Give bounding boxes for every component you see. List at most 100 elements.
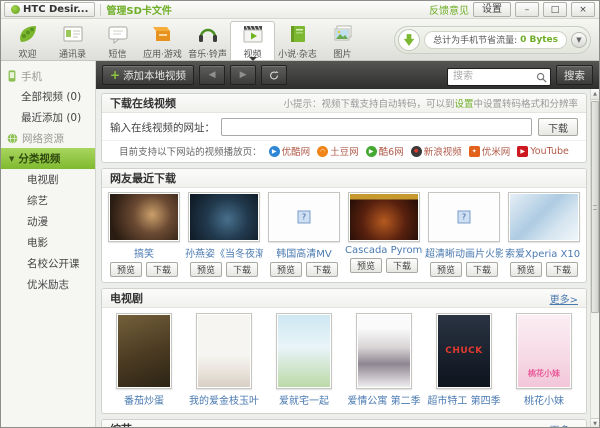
tv-title-link[interactable]: 桃花小妹 <box>524 392 564 407</box>
video-thumbnail[interactable] <box>348 192 420 242</box>
download-button[interactable]: 下载 <box>226 262 259 277</box>
nav-video[interactable]: 视频 <box>230 21 275 61</box>
tv-poster[interactable]: CHUCK <box>436 313 492 389</box>
download-arrow-icon[interactable] <box>398 28 421 51</box>
download-button[interactable]: 下载 <box>466 262 499 277</box>
tv-title-link[interactable]: 超市特工 第四季 <box>427 392 500 407</box>
sidebar-item-recent-added[interactable]: 最近添加 (0) <box>1 107 95 128</box>
sidebar-item-tv-series[interactable]: 电视剧 <box>1 169 95 190</box>
broken-image-icon: ? <box>457 210 471 224</box>
video-title-link[interactable]: 超清晰动画片火影忍者 <box>425 245 503 260</box>
site-link-ku6[interactable]: ▶ 酷6网 <box>365 144 404 158</box>
preview-button[interactable]: 预览 <box>109 262 142 277</box>
video-title-link[interactable]: 韩国高清MV <box>276 245 331 260</box>
settings-button[interactable]: 设置 <box>473 2 511 17</box>
umiwi-icon: ✦ <box>468 145 480 157</box>
video-title-link[interactable]: 索爱Xperia X10 宣传 <box>505 245 583 260</box>
preview-button[interactable]: 预览 <box>429 262 462 277</box>
nav-label: 短信 <box>108 49 127 60</box>
site-link-youtube[interactable]: ▶ YouTube <box>517 145 569 157</box>
nav-music[interactable]: 音乐·铃声 <box>185 21 230 60</box>
sidebar-item-variety[interactable]: 综艺 <box>1 190 95 211</box>
search-icon <box>536 68 547 87</box>
preview-button[interactable]: 预览 <box>269 262 302 277</box>
site-link-tudou[interactable]: ◠ 土豆网 <box>317 144 359 158</box>
sidebar-item-open-courses[interactable]: 名校公开课 <box>1 253 95 274</box>
tv-poster[interactable] <box>276 313 332 389</box>
url-download-button[interactable]: 下载 <box>538 118 578 136</box>
site-link-youku[interactable]: ▶ 优酷网 <box>268 144 310 158</box>
sidebar-item-category-videos[interactable]: ▼ 分类视频 <box>1 148 95 169</box>
tv-poster[interactable]: 桃花小妹 <box>516 313 572 389</box>
video-title-link[interactable]: 搞笑 <box>134 245 154 260</box>
preview-button[interactable]: 预览 <box>349 258 382 273</box>
sidebar-item-all-videos[interactable]: 全部视频 (0) <box>1 86 95 107</box>
sd-file-tab[interactable]: 管理SD卡文件 <box>106 2 172 17</box>
download-online-video-card: 下载在线视频 小提示：视频下载支持自动转码，可以到设置中设置转码格式和分辨率 输… <box>101 93 587 163</box>
more-link[interactable]: 更多> <box>550 422 578 428</box>
tv-title-link[interactable]: 爱就宅一起 <box>279 392 329 407</box>
tv-title-link[interactable]: 番茄炒蛋 <box>124 392 164 407</box>
nav-sms[interactable]: 短信 <box>95 21 140 60</box>
tv-title-link[interactable]: 爱情公寓 第二季 <box>347 392 420 407</box>
download-button[interactable]: 下载 <box>386 258 419 273</box>
tip-text: 小提示：视频下载支持自动转码，可以到设置中设置转码格式和分辨率 <box>283 99 578 110</box>
download-button[interactable]: 下载 <box>146 262 179 277</box>
add-local-video-button[interactable]: + 添加本地视频 <box>102 65 195 85</box>
back-button[interactable]: ◀ <box>199 65 226 85</box>
forward-button[interactable]: ▶ <box>230 65 257 85</box>
video-title-link[interactable]: 孙燕姿《当冬夜渐暖》 <box>185 245 263 260</box>
nav-books[interactable]: 小说·杂志 <box>275 21 320 60</box>
device-tab-label: HTC Desir... <box>23 4 89 15</box>
scroll-down-arrow[interactable]: ▼ <box>591 418 599 427</box>
video-item: 搞笑 预览 下载 <box>104 192 184 277</box>
sidebar-item-movies[interactable]: 电影 <box>1 232 95 253</box>
tv-poster[interactable] <box>196 313 252 389</box>
phone-icon <box>8 70 16 82</box>
video-toolbar: + 添加本地视频 ◀ ▶ 搜索 <box>96 61 599 89</box>
site-link-umiwi[interactable]: ✦ 优米网 <box>468 144 510 158</box>
video-url-input[interactable] <box>221 118 532 136</box>
nav-photos[interactable]: 图片 <box>320 21 365 60</box>
site-link-sina[interactable]: ● 新浪视频 <box>410 144 462 158</box>
minimize-button[interactable]: – <box>515 2 539 17</box>
search-button[interactable]: 搜索 <box>556 65 593 85</box>
maximize-button[interactable]: □ <box>543 2 567 17</box>
download-button[interactable]: 下载 <box>546 262 579 277</box>
settings-link[interactable]: 设置 <box>454 99 473 110</box>
nav-apps-games[interactable]: 应用·游戏 <box>140 21 185 60</box>
tv-poster[interactable] <box>356 313 412 389</box>
video-thumbnail[interactable] <box>108 192 180 242</box>
scroll-up-arrow[interactable]: ▲ <box>591 89 599 100</box>
sina-icon: ● <box>410 145 422 157</box>
device-tab[interactable]: HTC Desir... <box>4 2 96 17</box>
preview-button[interactable]: 预览 <box>509 262 542 277</box>
more-link[interactable]: 更多> <box>550 291 578 306</box>
download-button[interactable]: 下载 <box>306 262 339 277</box>
savings-dropdown-button[interactable]: ▼ <box>571 31 587 48</box>
tv-title-link[interactable]: 我的爱金枝玉叶 <box>189 392 259 407</box>
video-thumbnail[interactable] <box>508 192 580 242</box>
refresh-button[interactable] <box>261 65 288 85</box>
tv-poster[interactable] <box>116 313 172 389</box>
book-icon <box>286 22 310 46</box>
nav-contacts[interactable]: 通讯录 <box>50 21 95 60</box>
scrollbar-thumb[interactable] <box>591 101 599 313</box>
savings-label: 总计为手机节省流量: <box>433 36 518 46</box>
nav-welcome[interactable]: 欢迎 <box>5 21 50 60</box>
globe-icon <box>7 132 18 144</box>
refresh-icon <box>270 70 279 80</box>
vertical-scrollbar[interactable]: ▲ ▼ <box>590 89 599 427</box>
sidebar-item-anime[interactable]: 动漫 <box>1 211 95 232</box>
preview-button[interactable]: 预览 <box>189 262 222 277</box>
divider <box>100 3 102 16</box>
video-thumbnail[interactable]: ? <box>268 192 340 242</box>
video-thumbnail[interactable] <box>188 192 260 242</box>
tv-item: 桃花小妹 桃花小妹 <box>504 313 584 411</box>
video-title-link[interactable]: Cascada Pyromania <box>345 245 423 256</box>
tv-item: 爱情公寓 第二季 <box>344 313 424 411</box>
sidebar-item-umiwi[interactable]: 优米励志 <box>1 274 95 295</box>
close-button[interactable]: × <box>571 2 595 17</box>
video-thumbnail[interactable]: ? <box>428 192 500 242</box>
feedback-link[interactable]: 反馈意见 <box>429 2 469 17</box>
